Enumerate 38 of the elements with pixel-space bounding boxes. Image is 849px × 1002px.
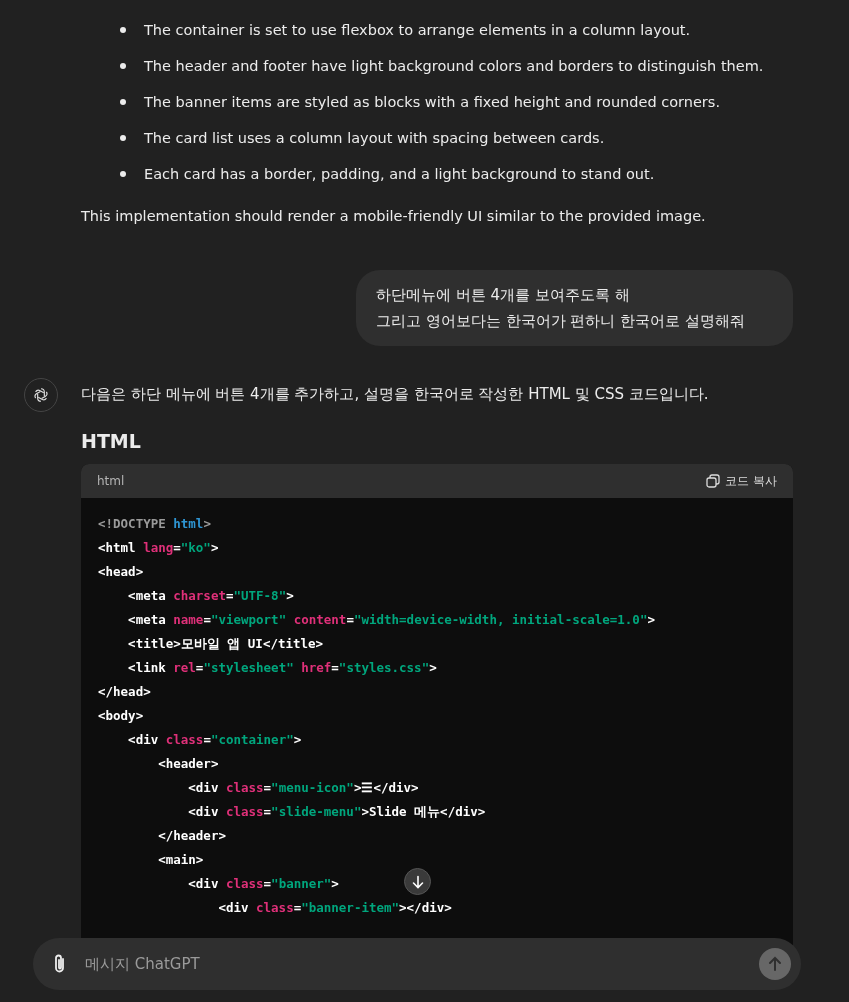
response-paragraph: This implementation should render a mobile-friendly UI similar to the provided image. [81, 207, 707, 226]
bullet-text: The container is set to use flexbox to arrange elements in a column layout. [144, 22, 691, 38]
code-line: <!DOCTYPE html> [98, 516, 211, 531]
code-line: <meta name="viewport" content="width=device-width, initial-scale=1.0"> [127, 612, 655, 627]
bullet-dot [120, 135, 126, 141]
code-line: <div class="banner"> [187, 876, 339, 891]
code-line: </header> [157, 828, 226, 843]
code-line: <div class="slide-menu">Slide 메뉴</div> [187, 804, 486, 819]
code-line: <body> [98, 708, 144, 723]
user-message-text: 그리고 영어보다는 한국어가 편하니 한국어로 설명해줘 [376, 312, 745, 330]
bullet-text: The card list uses a column layout with spacing between cards. [144, 130, 605, 146]
user-message-text: 하단메뉴에 버튼 4개를 보여주도록 해 [376, 286, 630, 304]
code-line: <link rel="stylesheet" href="styles.css"> [127, 660, 437, 675]
code-line: <div class="container"> [127, 732, 302, 747]
arrow-up-icon [767, 956, 783, 972]
bullet-text: The banner items are styled as blocks with a fixed height and rounded corners. [144, 94, 720, 110]
code-line: <head> [98, 564, 144, 579]
bullet-text: Each card has a border, padding, and a light background to stand out. [144, 166, 655, 182]
copy-code-button[interactable]: 코드 복사 [706, 472, 777, 490]
code-line: <title>모바일 앱 UI</title> [127, 636, 324, 651]
message-input-field[interactable]: 메시지 ChatGPT [33, 938, 801, 990]
bullet-dot [120, 99, 126, 105]
code-line: </head> [98, 684, 151, 699]
section-heading: HTML [81, 430, 142, 452]
bullet-text: The header and footer have light background colors and borders to distinguish them. [144, 58, 764, 74]
response-intro: 다음은 하단 메뉴에 버튼 4개를 추가하고, 설명을 한국어로 작성한 HTML 및 CSS 코드입니다. [81, 384, 710, 405]
code-language: html [97, 474, 125, 488]
code-line: <div class="banner-item"></div> [217, 900, 452, 915]
bullet-dot [120, 171, 126, 177]
code-line: <meta charset="UTF-8"> [127, 588, 294, 603]
code-line: <html lang="ko"> [98, 540, 219, 555]
code-line: <div class="menu-icon">☰</div> [187, 780, 419, 795]
bullet-dot [120, 63, 126, 69]
copy-icon [706, 474, 721, 488]
bullet-dot [120, 27, 126, 33]
code-line: <main> [157, 852, 204, 867]
code-line: <header> [157, 756, 219, 771]
arrow-down-icon [410, 874, 425, 889]
